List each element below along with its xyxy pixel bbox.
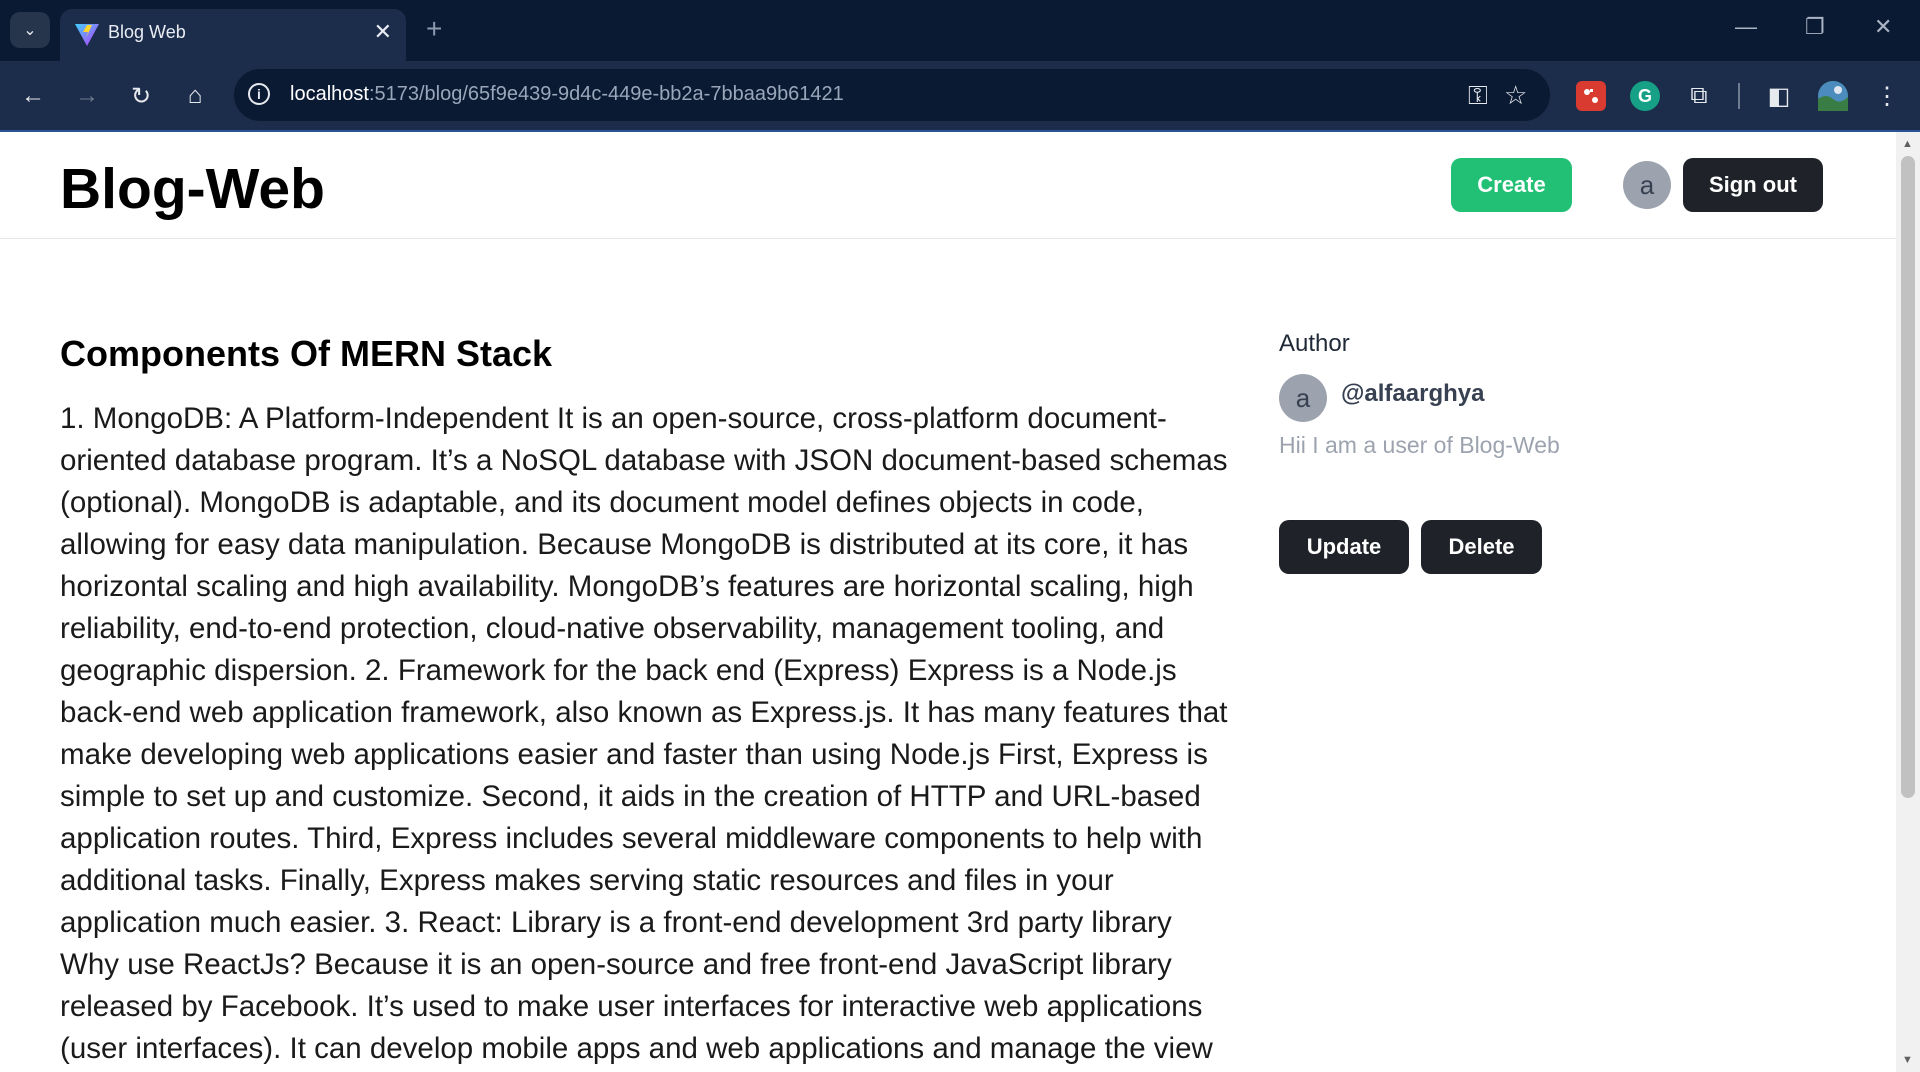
new-tab-icon[interactable]: + (426, 14, 442, 44)
forward-icon[interactable]: → (70, 79, 104, 113)
toolbar-divider (1738, 83, 1740, 109)
browser-menu-icon[interactable]: ⋮ (1872, 81, 1902, 111)
blog-article: Components Of MERN Stack 1. MongoDB: A P… (60, 332, 1230, 1070)
author-avatar: a (1279, 374, 1327, 422)
scrollbar-thumb[interactable] (1901, 156, 1915, 798)
browser-toolbar: ← → ↻ ⌂ i localhost:5173/blog/65f9e439-9… (0, 61, 1920, 130)
article-body: 1. MongoDB: A Platform-Independent It is… (60, 402, 1228, 1065)
browser-tab-strip: ⌄ Blog Web ✕ + — ❐ ✕ (0, 0, 1920, 61)
author-bio: Hii I am a user of Blog-Web (1279, 432, 1560, 458)
vite-favicon-icon (75, 24, 99, 46)
url-text[interactable]: localhost:5173/blog/65f9e439-9d4c-449e-b… (290, 83, 844, 106)
tab-search-icon[interactable]: ⌄ (10, 12, 50, 48)
home-icon[interactable]: ⌂ (178, 79, 212, 113)
update-button[interactable]: Update (1279, 520, 1409, 574)
back-icon[interactable]: ← (16, 79, 50, 113)
browser-tab[interactable]: Blog Web ✕ (60, 9, 406, 61)
app-logo[interactable]: Blog-Web (60, 156, 325, 222)
window-close-icon[interactable]: ✕ (1874, 14, 1892, 40)
extension-red-icon[interactable] (1576, 81, 1606, 111)
tab-close-icon[interactable]: ✕ (374, 19, 392, 45)
grammarly-icon[interactable]: G (1630, 81, 1660, 111)
author-heading: Author (1279, 330, 1350, 357)
article-title: Components Of MERN Stack (60, 333, 553, 374)
reload-icon[interactable]: ↻ (124, 79, 158, 113)
password-key-icon[interactable]: ⚿ (1468, 81, 1488, 109)
scroll-up-icon[interactable]: ▲ (1902, 138, 1913, 150)
restore-icon[interactable]: ❐ (1805, 14, 1825, 40)
app-header: Blog-Web Create a Sign out (0, 132, 1896, 239)
bookmark-star-icon[interactable]: ☆ (1504, 81, 1527, 109)
create-button[interactable]: Create (1451, 158, 1572, 212)
site-info-icon[interactable]: i (248, 83, 270, 105)
page-scrollbar[interactable]: ▲ ▼ (1896, 132, 1920, 1072)
author-sidebar: Author a @alfaarghya Hii I am a user of … (1279, 330, 1839, 574)
profile-avatar-icon[interactable] (1818, 81, 1848, 111)
url-path: :5173/blog/65f9e439-9d4c-449e-bb2a-7bbaa… (368, 83, 844, 105)
minimize-icon[interactable]: — (1735, 14, 1757, 40)
scroll-down-icon[interactable]: ▼ (1902, 1054, 1913, 1066)
tab-title: Blog Web (108, 22, 186, 42)
user-avatar[interactable]: a (1623, 161, 1671, 209)
side-panel-icon[interactable]: ◧ (1764, 81, 1794, 111)
sign-out-button[interactable]: Sign out (1683, 158, 1823, 212)
url-host: localhost (290, 83, 369, 105)
delete-button[interactable]: Delete (1421, 520, 1542, 574)
blog-page: Blog-Web Create a Sign out Components Of… (0, 132, 1896, 1072)
address-bar[interactable]: i localhost:5173/blog/65f9e439-9d4c-449e… (234, 69, 1550, 121)
author-username: @alfaarghya (1341, 380, 1485, 407)
extensions-puzzle-icon[interactable]: ⧉ (1684, 81, 1714, 111)
